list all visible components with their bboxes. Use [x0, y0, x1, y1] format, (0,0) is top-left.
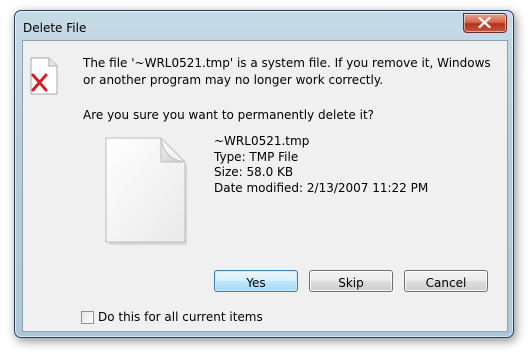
close-icon	[478, 17, 491, 28]
file-type: Type: TMP File	[214, 149, 299, 164]
window-title: Delete File	[23, 21, 87, 35]
file-icon	[105, 137, 187, 245]
title-bar[interactable]: Delete File	[15, 11, 513, 41]
dialog-body: The file '~WRL0521.tmp' is a system file…	[22, 40, 508, 332]
file-size: Size: 58.0 KB	[214, 165, 294, 179]
apply-to-all-checkbox[interactable]	[81, 311, 94, 324]
file-date-modified: Date modified: 2/13/2007 11:22 PM	[214, 180, 429, 195]
cancel-button[interactable]: Cancel	[404, 270, 488, 292]
system-file-warning-icon	[30, 57, 58, 95]
dialog-window: Delete File The file '~WRL0521.tmp' is a…	[14, 10, 514, 338]
file-details: ~WRL0521.tmp Type: TMP File Size: 58.0 K…	[214, 134, 428, 196]
skip-button[interactable]: Skip	[309, 270, 393, 292]
close-button[interactable]	[463, 13, 507, 33]
confirm-question: Are you sure you want to permanently del…	[83, 108, 375, 122]
apply-to-all-label[interactable]: Do this for all current items	[98, 310, 263, 324]
yes-button[interactable]: Yes	[214, 270, 298, 292]
file-name: ~WRL0521.tmp	[214, 134, 310, 148]
warning-message: The file '~WRL0521.tmp' is a system file…	[83, 56, 491, 87]
